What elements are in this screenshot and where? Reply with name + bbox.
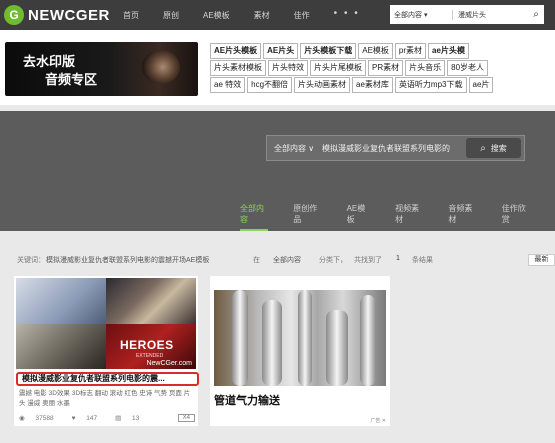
top-search-box: 全部内容 ▾ 漫威片头 ⌕ [390,5,544,24]
tag-link[interactable]: ae素材库 [352,77,393,93]
tag-link[interactable]: AE模板 [358,43,393,59]
ad-title-line1: 去水印版 [23,54,76,69]
tag-link[interactable]: 片头动画素材 [294,77,351,93]
likes-count: 147 [86,414,98,422]
tag-link[interactable]: 片头音乐 [405,60,446,76]
tab-video-materials[interactable]: 视频素材 [395,203,423,231]
results-scope: 全部内容 [273,257,301,264]
site-logo[interactable]: G NEWCGER [4,5,110,25]
eye-icon: ◉ [19,415,27,422]
nav-original[interactable]: 原创 [163,10,179,21]
top-search-category-select[interactable]: 全部内容 ▾ [390,9,453,20]
results-found-label: 共找到了 [354,257,382,264]
nav-showcase[interactable]: 佳作 [294,10,310,21]
ad-image[interactable] [214,290,386,386]
logo-text: NEWCGER [28,6,110,24]
views-count: 37588 [35,415,54,422]
ad-card[interactable]: 管道气力输送 广告 ✕ [210,276,390,426]
ad-close-icon[interactable]: 广告 ✕ [370,417,386,424]
ad-banner[interactable]: 去水印版 音频专区 [5,42,198,96]
tag-link[interactable]: 片头片尾模板 [310,60,366,76]
tag-link[interactable]: 片头素材模板 [210,60,266,76]
tag-row: AE片头模板 AE片头 片头模板下载 AE模板 pr素材 ae片头模 [210,43,555,59]
tag-link[interactable]: ae 特效 [210,77,246,93]
tag-link[interactable]: AE片头模板 [210,43,262,59]
sort-latest-button[interactable]: 最新 [528,254,555,266]
video-thumbnail[interactable]: HEROES EXTENDED NewCGer.com [16,278,196,369]
result-keywords: 震撼 电影 3D效果 3D标志 翻动 滚动 红色 史诗 气势 页面 片头 漫威 … [19,390,191,407]
main-search-input[interactable]: 模拟漫威影业复仇者联盟系列电影的 [322,143,466,154]
tag-link[interactable]: 片头特效 [268,60,308,76]
tag-link[interactable]: 英语听力mp3下载 [394,77,467,93]
main-search-category-select[interactable]: 全部内容 ∨ [267,143,322,154]
tag-link[interactable]: AE片头 [263,43,299,59]
search-icon: ⌕ [480,142,486,154]
tab-ae-templates[interactable]: AE模板 [347,203,371,231]
nav-ae-templates[interactable]: AE模板 [203,10,230,21]
comments-stat[interactable]: ▤ 13 [115,414,148,422]
results-classify-label: 分类下， [319,257,347,264]
views-stat: ◉ 37588 [19,414,63,422]
nav-more-icon[interactable]: • • • [334,8,360,21]
results-suffix: 条结果 [412,257,433,264]
ad-title[interactable]: 管道气力输送 [214,392,280,408]
main-nav: 首页 原创 AE模板 素材 佳作 • • • [123,8,360,21]
tag-row: 片头素材模板 片头特效 片头片尾模板 PR素材 片头音乐 80岁老人 [210,60,555,76]
thumbnail-heroes-text: HEROES [120,338,174,352]
tab-all-content[interactable]: 全部内容 [240,203,269,231]
results-summary: 关键词： 模拟漫威影业复仇者联盟系列电影的震撼开场AE模板 在 全部内容 分类下… [0,251,555,269]
search-section: 全部内容 ∨ 模拟漫威影业复仇者联盟系列电影的 ⌕ 搜索 全部内容 原创作品 A… [0,111,555,231]
search-keyword: 模拟漫威影业复仇者联盟系列电影的震撼开场AE模板 [46,257,210,264]
tag-row: ae 特效 hcg不翻倍 片头动画素材 ae素材库 英语听力mp3下载 ae片 [210,77,555,93]
hot-tags: AE片头模板 AE片头 片头模板下载 AE模板 pr素材 ae片头模 片头素材模… [210,43,555,94]
likes-stat[interactable]: ♥ 147 [72,415,107,422]
top-navbar: G NEWCGER 首页 原创 AE模板 素材 佳作 • • • 全部内容 ▾ … [0,0,555,30]
top-search-input[interactable]: 漫威片头 [453,10,528,20]
tab-original-works[interactable]: 原创作品 [293,203,321,231]
tab-audio-materials[interactable]: 音频素材 [448,203,476,231]
nav-materials[interactable]: 素材 [254,10,270,21]
logo-icon: G [4,5,24,25]
tag-link[interactable]: PR素材 [368,60,404,76]
ad-title-line2: 音频专区 [45,72,98,87]
search-icon[interactable]: ⌕ [528,9,544,20]
tag-link[interactable]: 片头模板下载 [300,43,357,59]
keyword-label: 关键词： [17,257,45,264]
tag-link[interactable]: ae片 [468,77,494,93]
result-title-link[interactable]: 模拟漫威影业复仇者联盟系列电影的震... [16,372,199,386]
resolution-badge: X4 [177,414,195,422]
ad-eye-image [142,50,180,84]
thumbnail-watermark: NewCGer.com [146,360,192,367]
nav-home[interactable]: 首页 [123,10,139,21]
thumbnail-heroes-subtitle: EXTENDED [136,353,164,359]
tag-link[interactable]: pr素材 [394,43,427,59]
tab-showcase[interactable]: 佳作欣赏 [502,203,530,231]
tag-link[interactable]: hcg不翻倍 [247,77,293,93]
result-stats: ◉ 37588 ♥ 147 ▤ 13 X4 [19,412,195,424]
comments-count: 13 [132,415,140,422]
heart-icon: ♥ [71,414,78,422]
results-in-label: 在 [253,257,260,264]
search-button-label: 搜索 [490,143,507,153]
category-tabs: 全部内容 原创作品 AE模板 视频素材 音频素材 佳作欣赏 [240,203,555,231]
comment-icon: ▤ [115,415,124,422]
search-button[interactable]: ⌕ 搜索 [466,138,521,158]
result-card[interactable]: HEROES EXTENDED NewCGer.com 模拟漫威影业复仇者联盟系… [14,276,199,426]
main-search-box: 全部内容 ∨ 模拟漫威影业复仇者联盟系列电影的 ⌕ 搜索 [266,135,525,161]
tag-link[interactable]: ae片头模 [428,43,469,59]
banner-row: 去水印版 音频专区 AE片头模板 AE片头 片头模板下载 AE模板 pr素材 a… [0,30,555,105]
results-count: 1 [396,255,400,262]
tag-link[interactable]: 80岁老人 [447,60,489,76]
